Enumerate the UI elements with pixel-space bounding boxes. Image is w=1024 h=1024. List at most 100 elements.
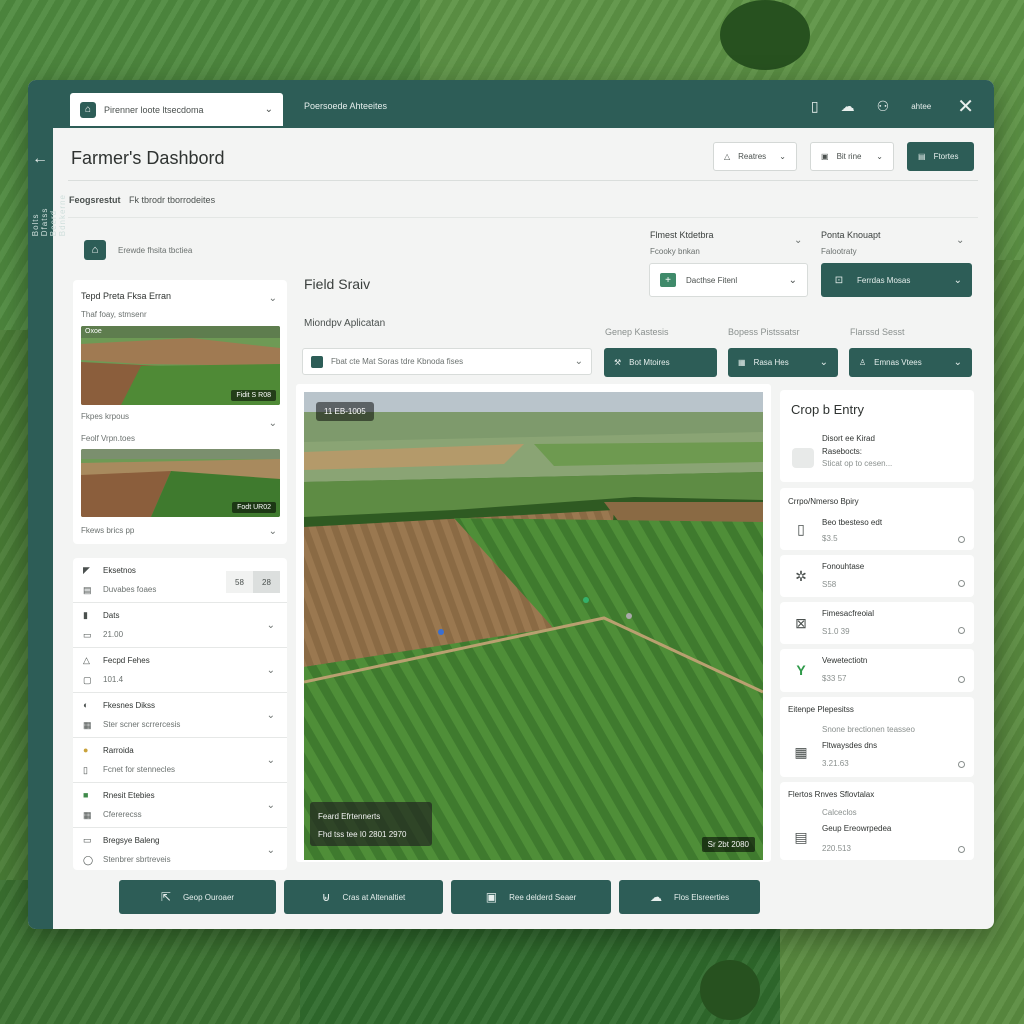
drop-icon: ◐	[83, 700, 89, 710]
status-dot[interactable]	[958, 846, 965, 853]
list-item[interactable]: △ ▢ Fecpd Fehes 101.4 ⌄	[73, 648, 287, 693]
image-placeholder-icon	[792, 448, 814, 468]
crop-item-title: Fonouhtase	[822, 562, 865, 571]
crop-list-card[interactable]: Crrpo/Nmerso Bpiry ▯ Beo tbesteso edt $3…	[780, 488, 974, 550]
clipboard-icon[interactable]: ▯	[811, 98, 819, 115]
list-item[interactable]: ◐ ▦ Fkesnes Dikss Ster scner scrrercesis…	[73, 693, 287, 738]
list-item-sub: Fcnet for stennecles	[103, 765, 176, 774]
plant-icon: Y	[796, 662, 806, 678]
grid-icon: ▦	[83, 720, 92, 730]
chat-icon[interactable]: ☁	[841, 98, 855, 115]
chevron-down-icon: ⌄	[266, 845, 275, 856]
crop-list-item[interactable]: ⊠ Fimesacfreoial S1.0 39	[780, 602, 974, 644]
bottom-action-3[interactable]: ▣ Ree delderd Seaer	[451, 880, 611, 914]
crop-entry-line: Disort ee Kirad	[822, 434, 875, 443]
chevron-down-icon[interactable]: ⌄	[269, 418, 277, 429]
field-search-input[interactable]: Fbat cte Mat Soras tdre Kbnoda fises ⌄	[302, 348, 592, 375]
box-icon: ⊡	[834, 274, 844, 286]
count-pill[interactable]: 28	[253, 571, 280, 593]
field-thumbnail[interactable]: Oxoe Fidit S R08	[81, 326, 280, 405]
chevron-down-icon: ⌄	[266, 710, 275, 721]
card-subtitle: Thaf foay, stmsenr	[81, 310, 147, 319]
chevron-down-icon[interactable]: ⌄	[269, 293, 277, 304]
chevron-down-icon[interactable]: ⌄	[794, 235, 802, 246]
status-dot[interactable]	[958, 627, 965, 634]
crop-dropdown-value: Dacthse Fitenl	[686, 275, 738, 285]
status-dot[interactable]	[958, 761, 965, 768]
chevron-down-icon[interactable]: ⌄	[269, 526, 277, 537]
list-item[interactable]: ● ▯ Rarroida Fcnet for stennecles ⌄	[73, 738, 287, 783]
list-item-title: Fecpd Fehes	[103, 656, 150, 665]
list-item[interactable]: ■ ▦ Rnesit Etebies Cfererecss ⌄	[73, 783, 287, 828]
bottom-action-1[interactable]: ⇱ Geop Ouroaer	[119, 880, 276, 914]
filter-button-3[interactable]: ♙ Emnas Vtees ⌄	[849, 348, 972, 377]
crop-dropdown[interactable]: + Dacthse Fitenl ⌄	[649, 263, 808, 297]
user-label[interactable]: ahtee	[911, 102, 931, 111]
thumbnail-tag: Fidit S R08	[231, 390, 276, 401]
crop-detail-card[interactable]: Eitenpe Plepesitss Snone brectionen teas…	[780, 697, 974, 777]
aerial-map-image[interactable]: 11 EB-1005 Feard Efrtennerts Fhd tss tee…	[304, 392, 763, 860]
user-icon[interactable]: ⚇	[877, 98, 890, 115]
bottom-action-label: Geop Ouroaer	[182, 892, 235, 902]
card-title: Tepd Preta Fksa Erran	[81, 291, 172, 301]
topbar-link[interactable]: Poersoede Ahteeites	[304, 101, 387, 111]
bottom-action-2[interactable]: ⊌ Cras at Altenaltiet	[284, 880, 443, 914]
calendar-icon: ▤	[794, 828, 808, 845]
map-badge: 11 EB-1005	[316, 402, 374, 421]
breadcrumb-root[interactable]: Feogsrestut	[69, 195, 121, 205]
status-dot[interactable]	[958, 676, 965, 683]
filter-button-label: Bot Mtoires	[629, 358, 670, 367]
divider	[68, 217, 978, 218]
detail-header: Eitenpe Plepesitss	[788, 705, 854, 714]
crop-detail-card[interactable]: Flertos Rnves Sflovtalax Calceclos ▤ Geu…	[780, 782, 974, 860]
close-icon[interactable]: ✕	[957, 94, 974, 119]
barn-icon: ⌂	[80, 101, 96, 118]
person-icon: ♙	[859, 358, 867, 367]
crop-list-header: Crrpo/Nmerso Bpiry	[788, 497, 859, 506]
chevron-down-icon: ⌄	[574, 356, 583, 367]
chevron-down-icon[interactable]: ⌄	[956, 235, 964, 246]
farm-selector[interactable]: ⌂ Pirenner loote ltsecdoma ⌄	[70, 93, 283, 126]
filter-button-1[interactable]: ⚒ Bot Mtoires	[604, 348, 717, 377]
sidebar-item[interactable]: Dfatss	[40, 194, 49, 237]
plant-dropdown[interactable]: ⊡ Ferrdas Mosas ⌄	[821, 263, 972, 297]
back-arrow-icon[interactable]: ←	[32, 150, 48, 168]
chart-icon: ⊠	[795, 614, 807, 631]
list-item[interactable]: ◤ ▤ Eksetnos Duvabes foaes 58 28	[73, 558, 287, 603]
list-icon: ▤	[83, 585, 92, 595]
thumbnail-caption: Fkpes krpous	[81, 412, 130, 421]
crop-list-item[interactable]: ✲ Fonouhtase S58	[780, 555, 974, 597]
filter-button-2[interactable]: ▦ Rasa Hes ⌄	[728, 348, 838, 377]
calculator-icon: ▦	[794, 743, 808, 760]
reports-button[interactable]: △ Reatres ⌄	[713, 142, 797, 171]
bottom-action-4[interactable]: ☁ Flos Elsreerties	[619, 880, 760, 914]
dropdown-hint: Falootraty	[821, 247, 857, 256]
crop-entry-card: Crop b Entry Disort ee Kirad Rasebocts: …	[780, 390, 974, 482]
sidebar-item[interactable]: Bdnkerne	[58, 194, 67, 236]
bit-rine-button[interactable]: ▣ Bit rine ⌄	[810, 142, 894, 171]
primary-action-button[interactable]: ▤ Ftortes	[907, 142, 974, 171]
crop-list-item[interactable]: Y Vewetectiotn $33 57	[780, 649, 974, 692]
count-pill[interactable]: 58	[226, 571, 253, 593]
status-dot[interactable]	[958, 580, 965, 587]
field-thumbnail[interactable]: Fodt UR02	[81, 449, 280, 517]
crop-item-title: Beo tbesteso edt	[822, 518, 883, 527]
chevron-down-icon: ⌄	[819, 357, 828, 368]
topbar-actions: ▯ ☁ ⚇ ahtee ✕	[811, 94, 974, 119]
list-item[interactable]: ▮ ▭ Dats 21.00 ⌄	[73, 603, 287, 648]
sidebar-item[interactable]: Bolts	[31, 194, 40, 236]
top-bar: ⌂ Pirenner loote ltsecdoma ⌄ Poersoede A…	[28, 80, 994, 128]
box-icon: ▢	[83, 675, 92, 685]
field-map-view[interactable]: 11 EB-1005 Feard Efrtennerts Fhd tss tee…	[296, 384, 771, 862]
list-item-sub: 101.4	[103, 675, 124, 684]
bottom-action-label: Cras at Altenaltiet	[342, 892, 406, 902]
barn-icon: ⌂	[84, 240, 106, 260]
crop-item-title: Vewetectiotn	[822, 656, 868, 665]
thumbnail-label: Oxoe	[85, 328, 102, 335]
sidebar-item[interactable]: Beerd	[49, 194, 58, 236]
field-details-list: ◤ ▤ Eksetnos Duvabes foaes 58 28 ▮ ▭ Dat…	[73, 558, 287, 870]
list-item[interactable]: ▭ ◯ Bregsye Baleng Stenbrer sbrtreveis ⌄	[73, 828, 287, 873]
status-dot[interactable]	[958, 536, 965, 543]
breadcrumb-current: Fk tbrodr tborrodeites	[129, 195, 216, 205]
crop-item-title: Fimesacfreoial	[822, 609, 875, 618]
